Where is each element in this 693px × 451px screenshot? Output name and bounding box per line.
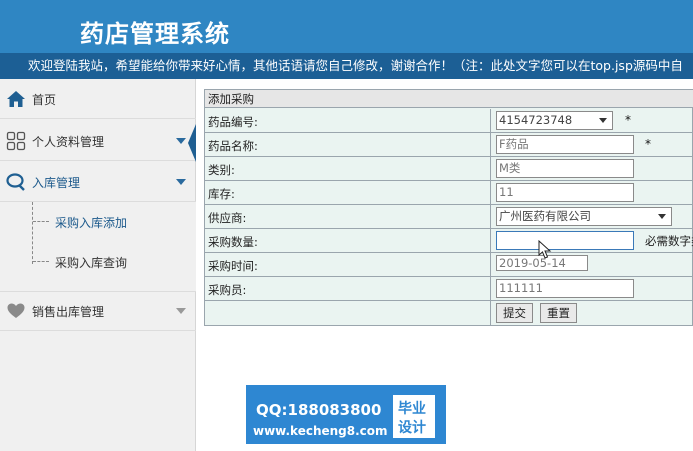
chevron-down-icon <box>176 308 186 314</box>
form-row-stock: 库存: 11 <box>205 181 693 205</box>
sidebar-item-label: 入库管理 <box>32 176 81 190</box>
sidebar-item-label: 销售出库管理 <box>32 305 105 319</box>
watermark-badge-line: 设计 <box>398 420 426 436</box>
sidebar: 首页 个人资料管理 入库管理 采购入库添加 采购入库查询 销售出库管理 <box>0 79 196 451</box>
sidebar-item-stock-in[interactable]: 入库管理 <box>0 162 196 202</box>
field-label: 供应商: <box>208 211 247 225</box>
required-mark: * <box>625 113 631 127</box>
watermark-badge-line: 毕业 <box>398 401 426 417</box>
form-row-actions: 提交 重置 <box>205 301 693 326</box>
tree-connector <box>33 261 49 262</box>
grid-icon <box>6 131 26 151</box>
home-icon <box>7 91 25 107</box>
supplier-select[interactable]: 广州医药有限公司 <box>496 207 672 226</box>
submenu-item-label: 采购入库查询 <box>55 256 128 270</box>
field-label: 药品名称: <box>208 139 258 153</box>
sidebar-item-profile[interactable]: 个人资料管理 <box>0 121 196 161</box>
chevron-down-icon <box>176 179 186 185</box>
field-label: 库存: <box>208 187 235 201</box>
watermark-qq: QQ:188083800 <box>256 401 382 419</box>
chevron-down-icon <box>599 118 607 123</box>
submenu-item-label: 采购入库添加 <box>55 216 128 230</box>
sidebar-item-label: 个人资料管理 <box>32 135 105 149</box>
form-row-buyer: 采购员: 111111 <box>205 277 693 301</box>
watermark-badge: 毕业 设计 <box>393 395 435 438</box>
form-row-category: 类别: M类 <box>205 157 693 181</box>
heart-icon <box>7 303 25 318</box>
chevron-down-icon <box>176 138 186 144</box>
form-row-purchase-date: 采购时间: 2019-05-14 <box>205 253 693 277</box>
quantity-hint: 必需数字类 <box>645 234 693 248</box>
drug-code-select[interactable]: 4154723748 <box>496 111 613 130</box>
submit-button[interactable]: 提交 <box>496 303 533 323</box>
reset-button[interactable]: 重置 <box>540 303 577 323</box>
add-purchase-form: 添加采购 药品编号: 4154723748 * 药品名称: F药品 * 类别: … <box>204 89 693 326</box>
stock-in-submenu: 采购入库添加 采购入库查询 <box>0 202 196 292</box>
form-row-drug-code: 药品编号: 4154723748 * <box>205 109 693 133</box>
buyer-input[interactable]: 111111 <box>496 279 634 298</box>
tree-connector <box>33 221 49 222</box>
chevron-down-icon <box>658 214 666 219</box>
select-value: 广州医药有限公司 <box>499 209 591 223</box>
field-label: 采购时间: <box>208 259 258 273</box>
select-value: 4154723748 <box>499 113 573 127</box>
submenu-item-purchase-add[interactable]: 采购入库添加 <box>0 202 196 242</box>
form-row-drug-name: 药品名称: F药品 * <box>205 133 693 157</box>
field-label: 采购数量: <box>208 235 258 249</box>
welcome-marquee: 欢迎登陆我站，希望能给你带来好心情，其他话语请您自己修改，谢谢合作！（注：此处文… <box>0 53 693 79</box>
field-label: 类别: <box>208 163 235 177</box>
field-label: 药品编号: <box>208 115 258 129</box>
stock-input[interactable]: 11 <box>496 183 634 202</box>
drug-name-input[interactable]: F药品 <box>496 135 634 154</box>
sidebar-item-sales-out[interactable]: 销售出库管理 <box>0 291 196 331</box>
watermark-banner: QQ:188083800 www.kecheng8.com 毕业 设计 <box>246 385 446 444</box>
submenu-item-purchase-query[interactable]: 采购入库查询 <box>0 242 196 282</box>
quantity-input[interactable] <box>496 231 634 250</box>
app-header: 药店管理系统 <box>0 0 693 53</box>
form-heading: 添加采购 <box>205 90 693 108</box>
sidebar-item-home[interactable]: 首页 <box>0 79 196 119</box>
field-label: 采购员: <box>208 283 247 297</box>
app-title: 药店管理系统 <box>80 20 230 48</box>
mouse-cursor-icon <box>538 240 552 259</box>
watermark-url: www.kecheng8.com <box>253 424 388 438</box>
required-mark: * <box>645 137 651 151</box>
form-row-quantity: 采购数量: 必需数字类 <box>205 229 693 253</box>
active-item-pointer-icon <box>188 124 196 162</box>
category-input[interactable]: M类 <box>496 159 634 178</box>
sidebar-item-label: 首页 <box>32 93 57 107</box>
form-row-supplier: 供应商: 广州医药有限公司 <box>205 205 693 229</box>
chat-icon <box>6 173 25 191</box>
